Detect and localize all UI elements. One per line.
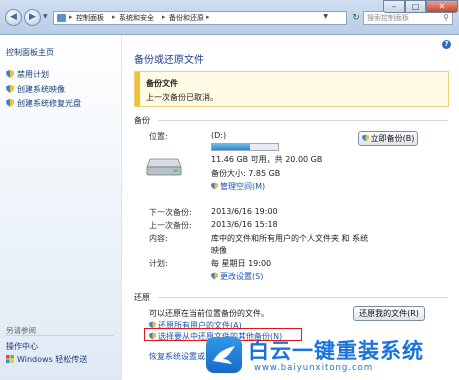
page-title: 备份或还原文件 [134,55,204,66]
search-placeholder: 搜索控制面板 [367,14,409,22]
section-divider [158,297,448,298]
breadcrumb-control-panel[interactable]: 控制面板 [76,13,104,23]
address-bar-area: ◀ ▶ ▼ ▸ 控制面板 ▸ 系统和安全 ▸ 备份和还原 ▸ ▼ ↻ 搜索控制面… [0,0,459,35]
backup-restore-window: ◀ ▶ ▼ ▸ 控制面板 ▸ 系统和安全 ▸ 备份和还原 ▸ ▼ ↻ 搜索控制面… [0,0,459,380]
refresh-icon[interactable]: ↻ [350,12,362,24]
last-backup-value: 2013/6/16 15:18 [211,220,278,229]
backup-section-heading: 备份 [134,116,150,125]
backup-now-label: 立即备份(B) [370,134,415,143]
sidebar-windows-easy-transfer[interactable]: Windows 轻松传送 [6,354,87,365]
contents-value-line1: 库中的文件和所有用户的个人文件夹 和 系统 [211,234,369,243]
help-icon[interactable]: ? [442,40,451,49]
shield-icon [211,182,218,190]
hard-drive-icon [146,158,182,176]
shield-icon [6,99,14,107]
sidebar-task-disable-schedule[interactable]: 禁用计划 [6,69,49,80]
section-divider [158,120,448,121]
recent-pages-dropdown-icon[interactable]: ▼ [43,13,51,21]
restore-section-heading: 还原 [134,293,150,302]
last-backup-label: 上一次备份: [149,221,192,230]
address-bar[interactable]: ▸ 控制面板 ▸ 系统和安全 ▸ 备份和还原 ▸ ▼ [53,11,347,25]
contents-value-line2: 映像 [211,246,227,255]
restore-description: 可以还原在当前位置备份的文件。 [149,309,269,318]
next-backup-label: 下一次备份: [149,208,192,217]
breadcrumb-separator-icon[interactable]: ▸ [206,13,210,21]
sidebar-task-create-image[interactable]: 创建系统映像 [6,84,65,95]
breadcrumb-system-security[interactable]: 系统和安全 [119,13,154,23]
search-input[interactable]: 搜索控制面板 ⚲ [363,11,453,25]
main-content: ? 备份或还原文件 备份文件 上一次备份已取消。 备份 位置: (D:) 11.… [122,35,459,380]
location-label: 位置: [149,132,168,141]
back-button[interactable]: ◀ [5,9,22,26]
warning-bar [135,72,140,106]
warning-message: 上一次备份已取消。 [146,93,218,102]
sidebar-task-create-repair-disc[interactable]: 创建系统修复光盘 [6,98,81,109]
windows-logo-icon [6,355,14,363]
watermark: 白云一键重装系统 www.baiyunxitong.com [206,334,459,380]
shield-icon [6,85,14,93]
sidebar: 控制面板主页 禁用计划 创建系统映像 创建系统修复光盘 另请参阅 操作中心 Wi… [0,35,121,380]
sidebar-task-label: Windows 轻松传送 [17,355,88,364]
shield-icon [211,272,218,280]
shield-icon [361,134,369,142]
breadcrumb-separator-icon[interactable]: ▸ [69,13,73,21]
next-backup-value: 2013/6/16 19:00 [211,207,278,216]
disk-usage-fill [212,144,250,150]
sidebar-task-label: 禁用计划 [17,70,49,79]
forward-button[interactable]: ▶ [24,9,41,26]
manage-space-label: 管理空间(M) [220,182,266,191]
manage-space-link[interactable]: 管理空间(M) [211,181,265,192]
close-button[interactable]: ✕ [426,0,458,13]
address-dropdown-icon[interactable]: ▼ [323,13,328,20]
schedule-value: 每 星期日 19:00 [211,259,272,268]
backup-warning-panel: 备份文件 上一次备份已取消。 [134,71,449,107]
sidebar-task-label: 创建系统映像 [17,85,65,94]
minimize-button[interactable]: – [383,0,405,13]
breadcrumb-separator-icon[interactable]: ▸ [162,13,166,21]
backup-now-button[interactable]: 立即备份(B) [358,131,418,146]
sidebar-task-label: 创建系统修复光盘 [17,99,81,108]
control-panel-icon [57,14,66,22]
warning-title: 备份文件 [146,79,178,88]
drive-name: (D:) [211,131,227,140]
shield-icon [6,70,14,78]
sidebar-control-panel-home[interactable]: 控制面板主页 [6,47,54,58]
watermark-brand: 白云一键重装系统 [248,339,424,363]
search-icon[interactable]: ⚲ [443,12,449,24]
change-settings-label: 更改设置(S) [220,272,264,281]
disk-free-text: 11.46 GB 可用，共 20.00 GB [211,155,323,164]
watermark-url: www.baiyunxitong.com [254,363,374,373]
restore-my-files-button[interactable]: 还原我的文件(R) [353,306,425,321]
change-settings-link[interactable]: 更改设置(S) [211,271,263,282]
backup-size-text: 备份大小: 7.85 GB [211,169,281,178]
contents-label: 内容: [149,234,168,243]
bird-logo-icon [206,337,242,373]
schedule-label: 计划: [149,259,168,268]
sidebar-action-center[interactable]: 操作中心 [6,341,38,352]
see-also-divider [6,335,114,336]
maximize-button[interactable]: □ [405,0,426,13]
breadcrumb-backup-restore[interactable]: 备份和还原 [169,13,204,23]
breadcrumb-separator-icon[interactable]: ▸ [112,13,116,21]
disk-usage-bar [211,143,279,151]
